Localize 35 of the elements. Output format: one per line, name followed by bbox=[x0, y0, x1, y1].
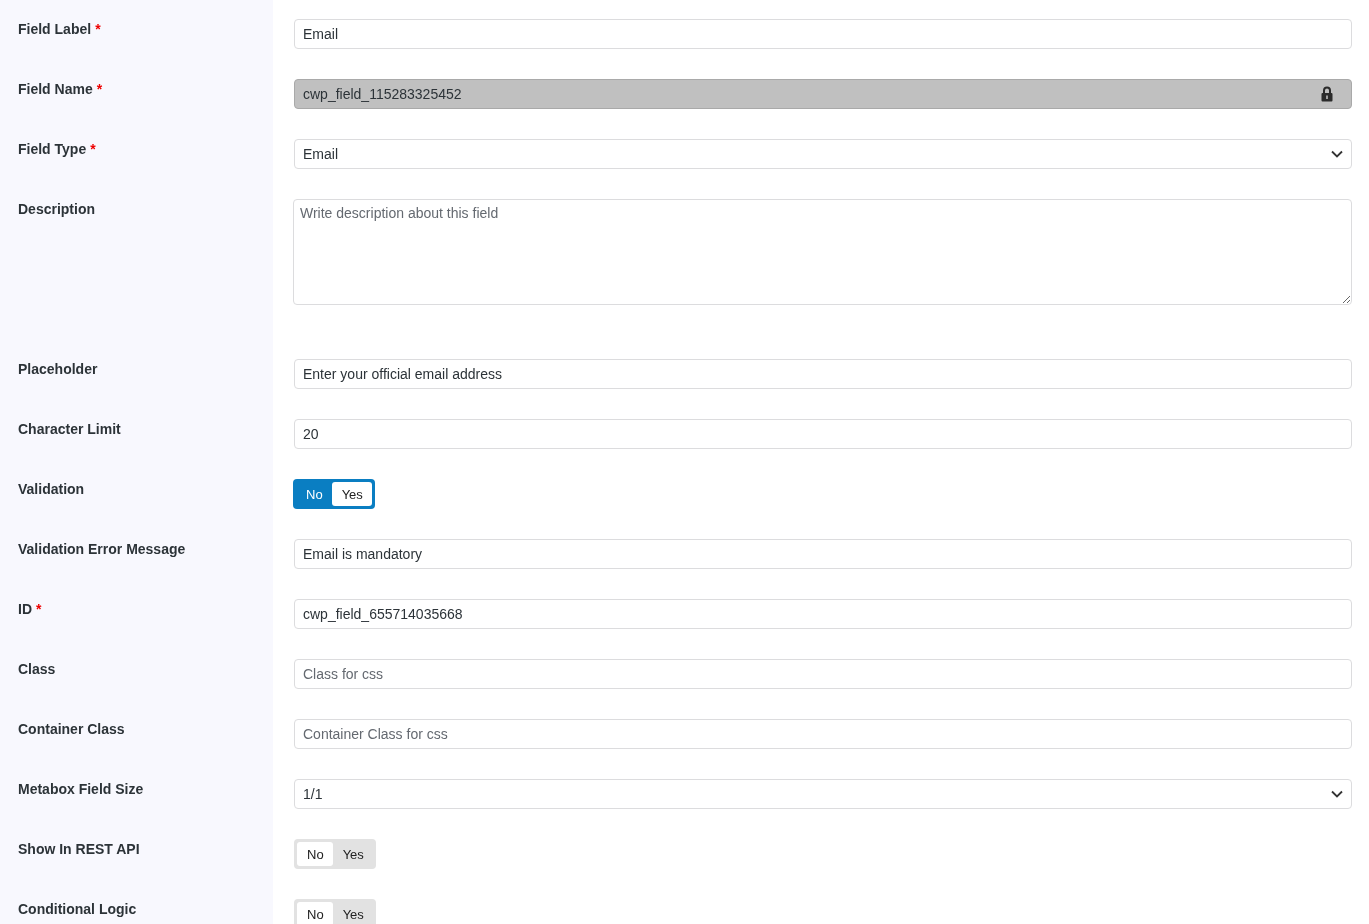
field-label: Character Limit bbox=[18, 420, 121, 438]
text-field[interactable]: Email is mandatory bbox=[294, 539, 1352, 569]
field-label: Field Type bbox=[18, 140, 87, 158]
text-field[interactable]: Container Class for css bbox=[294, 719, 1352, 749]
field-label: Validation Error Message bbox=[18, 540, 186, 558]
text-field[interactable]: 20 bbox=[294, 419, 1352, 449]
field-label: Metabox Field Size bbox=[18, 780, 144, 798]
toggle-switch[interactable]: No Yes bbox=[293, 479, 375, 509]
field-label: Container Class bbox=[18, 720, 125, 738]
required-asterisk: * bbox=[90, 140, 96, 158]
chevron-down-icon bbox=[1331, 150, 1343, 158]
field-label: Show In REST API bbox=[18, 840, 140, 858]
field-label: Field Name bbox=[18, 80, 93, 98]
required-asterisk: * bbox=[96, 80, 103, 98]
field-label: Conditional Logic bbox=[18, 900, 137, 918]
field-label: ID bbox=[18, 600, 32, 618]
field-label: Field Label bbox=[18, 20, 92, 38]
required-asterisk: * bbox=[95, 20, 101, 38]
field-label: Description bbox=[18, 200, 95, 218]
lock-icon bbox=[1321, 86, 1333, 102]
toggle-switch[interactable]: No Yes bbox=[294, 839, 376, 869]
field-label: Placeholder bbox=[18, 360, 98, 378]
dropdown[interactable]: 1/1 bbox=[294, 779, 1352, 809]
dropdown[interactable]: Email bbox=[294, 139, 1352, 169]
field-label: Class bbox=[18, 660, 56, 678]
locked-field[interactable]: cwp_field_115283325452 bbox=[294, 79, 1352, 109]
text-field[interactable]: Class for css bbox=[294, 659, 1352, 689]
text-field[interactable]: Enter your official email address bbox=[294, 359, 1352, 389]
description-field[interactable]: Write description about this field bbox=[293, 199, 1352, 305]
chevron-down-icon bbox=[1331, 790, 1343, 798]
field-label: Validation bbox=[18, 480, 85, 498]
text-field[interactable]: Email bbox=[294, 19, 1352, 49]
toggle-switch[interactable]: No Yes bbox=[294, 899, 376, 924]
required-asterisk: * bbox=[36, 600, 42, 618]
text-field[interactable]: cwp_field_655714035668 bbox=[294, 599, 1352, 629]
